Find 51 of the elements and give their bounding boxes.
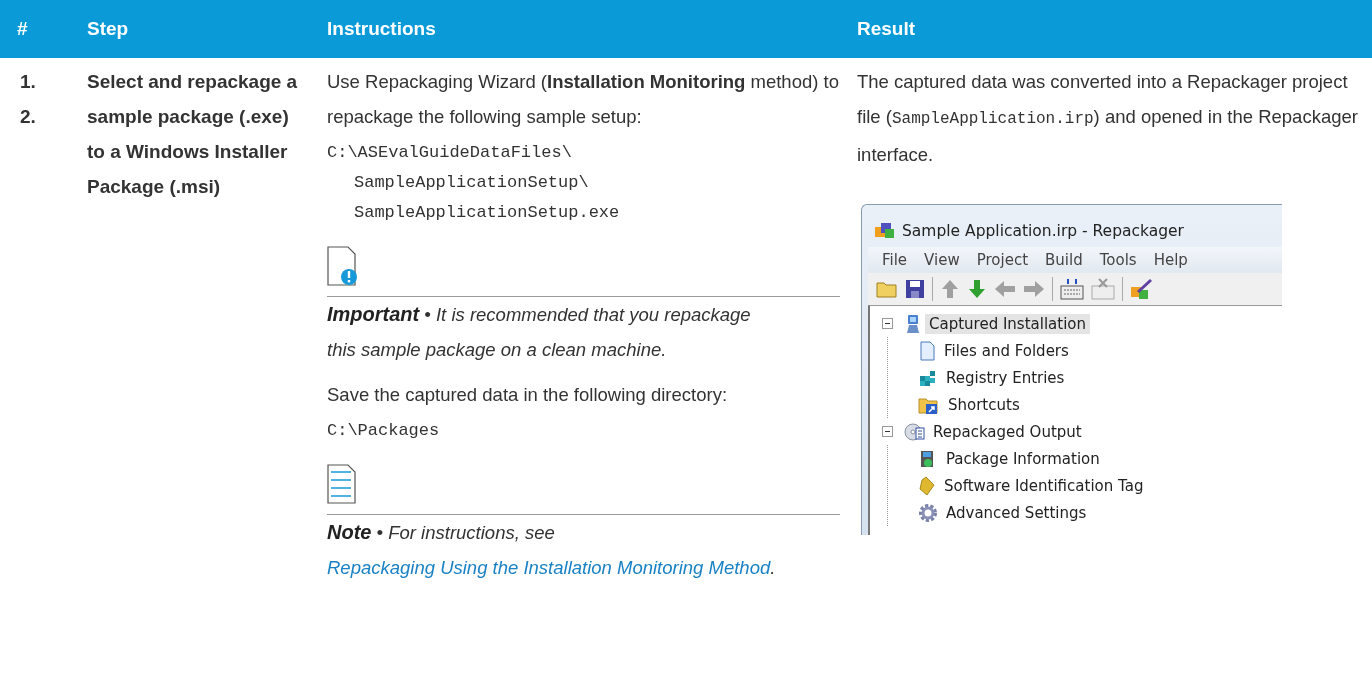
keyboard-icon[interactable] [1060,278,1084,300]
path-text: C:\Packages [327,420,441,442]
column-header: # [16,18,29,40]
tree-item[interactable]: Shortcuts [944,394,1024,415]
computer-icon [904,313,922,334]
column-header: Instructions [326,18,437,40]
instruction-text: Save the captured data in the following directory: [327,383,729,407]
tree-item[interactable]: Captured Installation [925,313,1090,334]
menu-item[interactable]: Build [1037,251,1092,269]
app-logo-icon [874,222,896,240]
menu-item[interactable]: Project [968,251,1038,269]
result-text: The captured data was converted into a Repackager project file (SampleApplication.irp) and opened in the Repackager interface. [857,70,1359,167]
disc-icon [904,421,926,442]
left-arrow-icon[interactable] [994,280,1016,298]
right-arrow-icon[interactable] [1023,280,1045,298]
wizard-icon[interactable] [1130,278,1154,300]
up-arrow-icon[interactable] [940,279,960,299]
menu-item[interactable]: View [916,251,969,269]
column-header: Result [856,18,917,40]
tag-icon [918,475,936,496]
path-text: SampleApplicationSetup\ [353,172,590,194]
window-title: Sample Application.irp - Repackager [902,222,1184,240]
down-arrow-icon[interactable] [967,279,987,299]
important-icon [327,246,359,286]
tree-item[interactable]: Repackaged Output [929,421,1086,442]
tree-item[interactable]: Software Identification Tag [940,475,1148,496]
step-number: 1. [20,70,37,94]
step-number: 2. [20,105,37,129]
keyboard-delete-icon[interactable] [1091,278,1115,300]
important-note: Important • It is recommended that you repackage this sample package on a clean machine. [327,302,752,362]
path-text: C:\ASEvalGuideDataFiles\ [327,142,573,164]
tree-item[interactable]: Advanced Settings [942,502,1091,523]
menu-item[interactable]: Help [1145,251,1197,269]
document-icon [918,340,936,361]
note-text: Note • For instructions, see Repackaging Using the Installation Monitoring Method. [327,520,777,580]
gear-icon [918,502,938,523]
repackaging-link[interactable]: Repackaging Using the Installation Monitoring Method [327,557,771,578]
collapse-toggle[interactable] [882,318,893,329]
folder-icon[interactable] [876,280,898,298]
save-icon[interactable] [905,279,925,299]
menu-item[interactable]: Tools [1091,251,1146,269]
path-text: SampleApplicationSetup.exe [353,202,621,224]
tree-item[interactable]: Package Information [942,448,1104,469]
instruction-text: Use Repackaging Wizard (Installation Monitoring method) to repackage the following sample setup: [327,70,840,129]
menu-item[interactable]: File [874,251,917,269]
step-title: Select and repackage a sample package (.exe) to a Windows Installer Package (.msi) [86,70,299,199]
tree-item[interactable]: Files and Folders [940,340,1073,361]
note-icon [327,464,359,504]
tree-item[interactable]: Registry Entries [942,367,1069,388]
collapse-toggle[interactable] [882,426,893,437]
column-header: Step [86,18,130,40]
